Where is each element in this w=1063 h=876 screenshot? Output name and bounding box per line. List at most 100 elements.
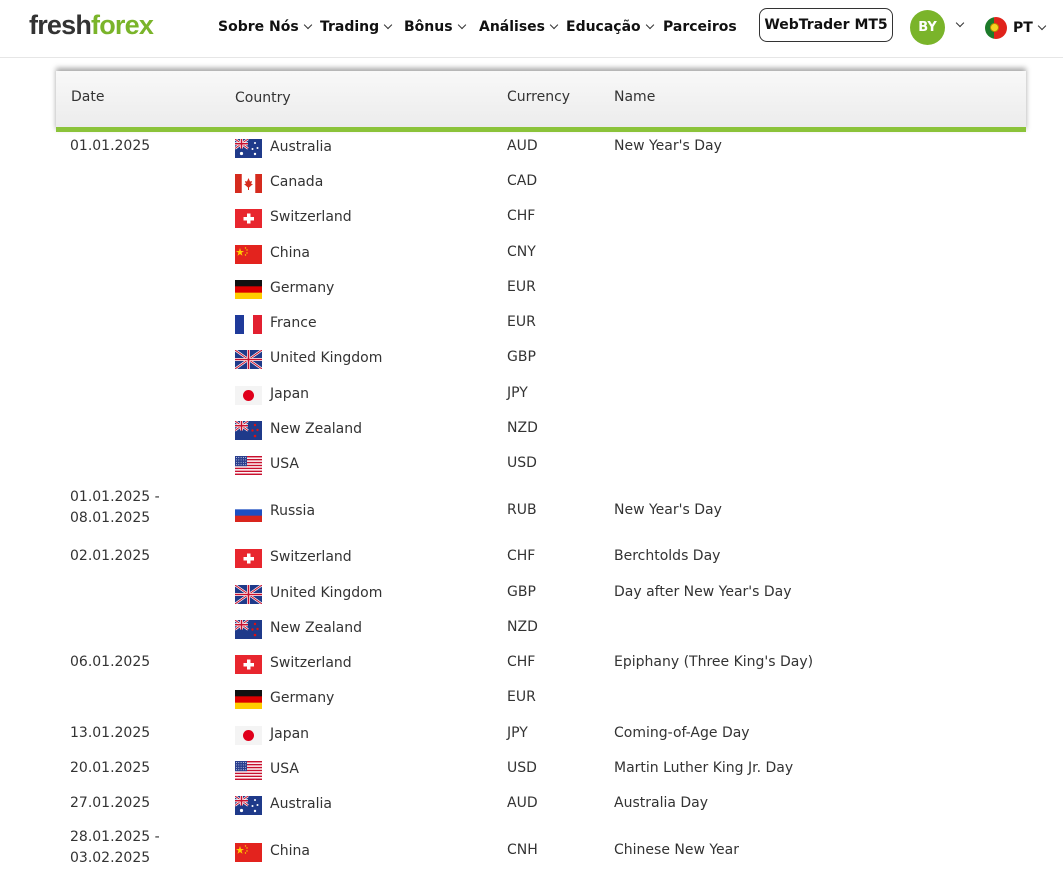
avatar[interactable]: BY [910,10,945,45]
table-row: Germany EUR [0,279,1063,299]
language-label: PT [1013,20,1033,36]
date-cell: 13.01.2025 [70,725,151,741]
country-cell: France [270,315,317,331]
nav-item-trading[interactable]: Trading [320,19,393,35]
currency-cell: NZD [507,619,538,635]
country-cell: Germany [270,280,335,296]
table-row: 27.01.2025 Australia AUD Australia Day [0,795,1063,815]
holiday-name-cell: New Year's Day [614,138,722,154]
country-cell: Germany [270,690,335,706]
chevron-down-icon [1037,21,1047,31]
table-row: 28.01.2025 - 03.02.2025 China CNH Chinese Ne… [0,829,1063,866]
holiday-name-cell: Martin Luther King Jr. Day [614,760,794,776]
nav-item-parceiros[interactable]: Parceiros [663,19,737,35]
table-row: New Zealand NZD [0,420,1063,440]
jp-flag-icon [235,726,262,745]
cn-flag-icon [235,245,262,264]
holiday-name-cell: Day after New Year's Day [614,584,792,600]
holiday-name-cell: Epiphany (Three King's Day) [614,654,814,670]
table-row: Germany EUR [0,689,1063,709]
chevron-down-icon [383,20,393,30]
date-cell: 28.01.2025 - 03.02.2025 [70,829,160,866]
table-row: Switzerland CHF [0,208,1063,228]
currency-cell: CNH [507,842,538,858]
country-cell: Switzerland [270,655,352,671]
table-header: Date Country Currency Name [56,71,1026,132]
country-cell: Switzerland [270,549,352,565]
us-flag-icon [235,456,262,475]
currency-cell: USD [507,455,537,471]
nav-item-educa-o[interactable]: Educação [566,19,654,35]
currency-cell: CHF [507,208,536,224]
country-cell: USA [270,456,299,472]
date-end: 03.02.2025 [70,850,151,866]
table-row: United Kingdom GBP [0,349,1063,369]
gb-flag-icon [235,585,262,604]
au-flag-icon [235,796,262,815]
de-flag-icon [235,690,262,709]
table-row: 20.01.2025 USA USD Martin Luther King Jr. D… [0,760,1063,780]
fr-flag-icon [235,315,262,334]
au-flag-icon [235,139,262,158]
chevron-down-icon [457,20,466,30]
nav-label: Parceiros [663,19,737,35]
column-header-name: Name [614,89,656,105]
table-row: USA USD [0,455,1063,475]
ch-flag-icon [235,549,262,568]
country-cell: Canada [270,174,324,190]
date-cell: 02.01.2025 [70,548,151,564]
cn-flag-icon [235,843,262,862]
chevron-down-icon [303,20,312,30]
nav-label: Educação [566,19,641,35]
table-row: 06.01.2025 Switzerland CHF Epiphany (Three … [0,654,1063,674]
country-cell: China [270,843,310,859]
currency-cell: AUD [507,795,538,811]
currency-cell: EUR [507,689,536,705]
country-cell: Australia [270,796,332,812]
gb-flag-icon [235,350,262,369]
nav-label: Análises [479,19,546,35]
portugal-flag-icon [985,17,1007,39]
table-row: United Kingdom GBP Day after New Year's Da… [0,584,1063,604]
nav-item-an-lises[interactable]: Análises [479,19,559,35]
chevron-down-icon [645,20,654,30]
holiday-name-cell: Australia Day [614,795,709,811]
logo[interactable]: freshforex [29,10,154,41]
table-row: France EUR [0,314,1063,334]
table-row: 02.01.2025 Switzerland CHF Berchtolds Day [0,548,1063,568]
language-selector[interactable]: PT [985,17,1047,39]
country-cell: Australia [270,139,332,155]
country-cell: Japan [270,386,310,402]
ch-flag-icon [235,655,262,674]
column-header-country: Country [235,90,291,106]
column-header-date: Date [71,89,105,105]
holiday-name-cell: Berchtolds Day [614,548,721,564]
webtrader-button[interactable]: WebTrader MT5 [759,8,893,42]
nav-item-b-nus[interactable]: Bônus [404,19,466,35]
date-end: 08.01.2025 [70,510,151,526]
currency-cell: GBP [507,584,536,600]
country-cell: USA [270,761,299,777]
currency-cell: CHF [507,654,536,670]
country-cell: China [270,245,310,261]
country-cell: New Zealand [270,620,362,636]
nz-flag-icon [235,620,262,639]
currency-cell: CAD [507,173,538,189]
currency-cell: JPY [507,385,528,401]
country-cell: New Zealand [270,421,362,437]
ru-flag-icon [235,503,262,522]
country-cell: United Kingdom [270,585,383,601]
country-cell: United Kingdom [270,350,383,366]
table-row: 01.01.2025 Australia AUD New Year's Day [0,138,1063,158]
country-cell: Japan [270,726,310,742]
avatar-chevron-down-icon[interactable] [955,18,965,28]
nav-label: Sobre Nós [218,19,299,35]
currency-cell: EUR [507,279,536,295]
currency-cell: CNY [507,244,536,260]
table-row: New Zealand NZD [0,619,1063,639]
currency-cell: CHF [507,548,536,564]
us-flag-icon [235,761,262,780]
date-cell: 27.01.2025 [70,795,151,811]
nav-item-sobre-n-s[interactable]: Sobre Nós [218,19,312,35]
column-header-currency: Currency [507,89,571,105]
